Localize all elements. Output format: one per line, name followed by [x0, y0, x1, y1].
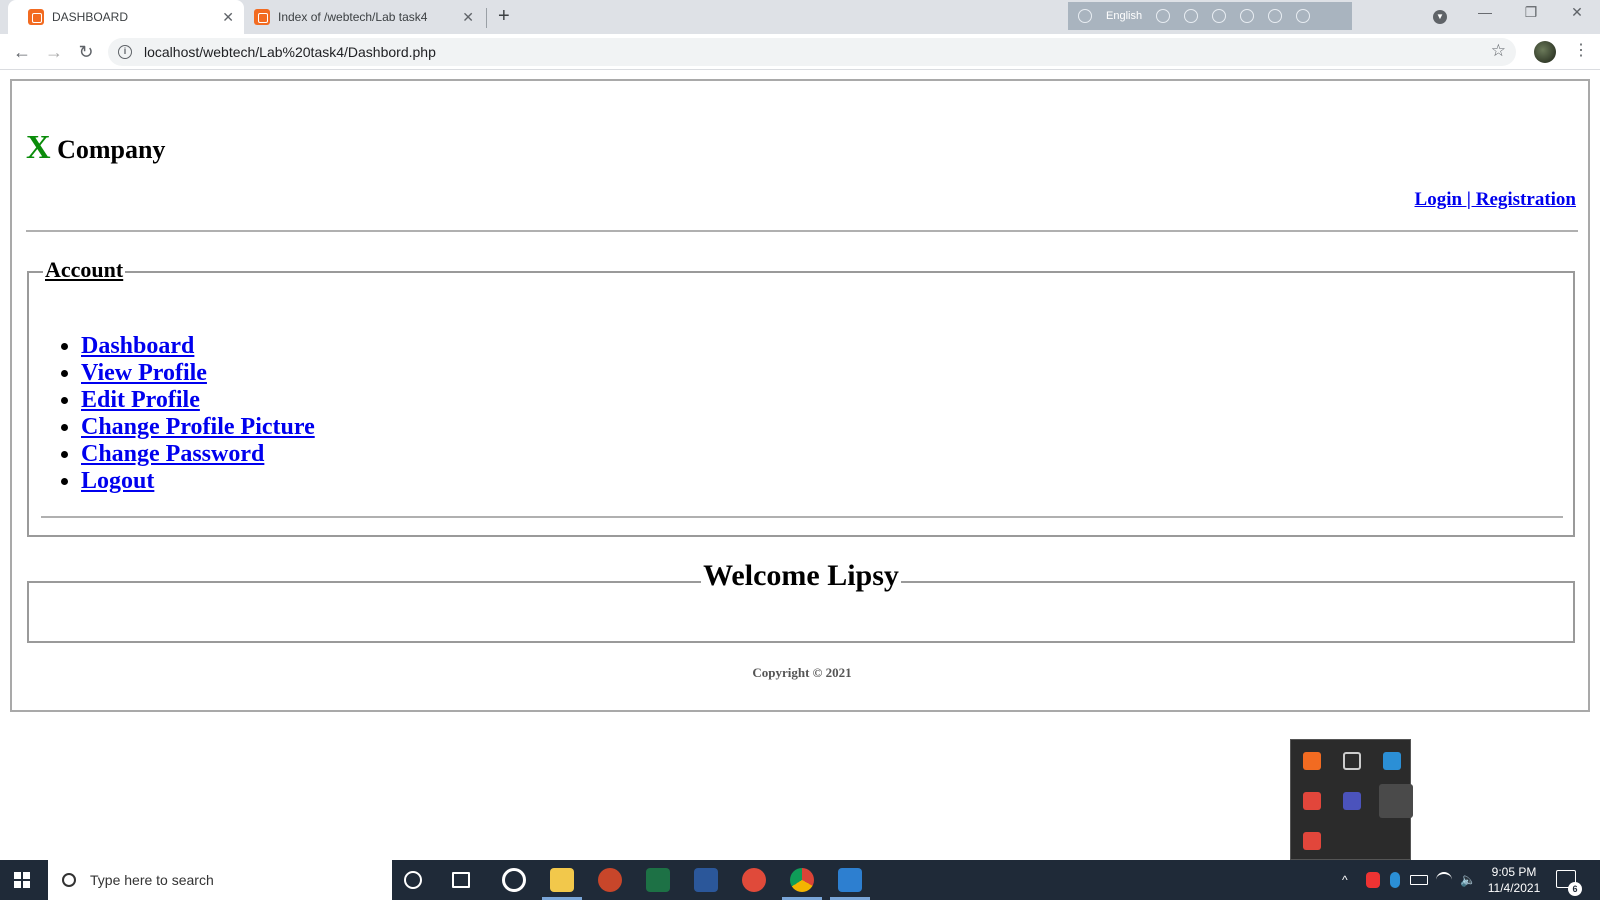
tab-separator: [486, 8, 487, 28]
obs-app-icon[interactable]: [502, 868, 526, 892]
taskbar-clock[interactable]: 9:05 PM 11/4/2021: [1484, 864, 1544, 896]
account-fieldset: Account Dashboard View Profile Edit Prof…: [27, 257, 1575, 537]
pen-tray-icon[interactable]: [1379, 784, 1413, 818]
bookmark-star-icon[interactable]: ☆: [1491, 41, 1506, 61]
list-item: Change Profile Picture: [81, 414, 315, 441]
show-hidden-icons-chevron-icon[interactable]: ^: [1342, 873, 1354, 887]
xampp-tray-icon[interactable]: [1303, 752, 1321, 770]
app-tray-icon[interactable]: [1303, 792, 1321, 810]
teams-tray-icon[interactable]: [1343, 792, 1361, 810]
tab-search-dropdown-icon[interactable]: ▼: [1433, 10, 1447, 24]
excel-icon[interactable]: [646, 868, 670, 892]
ime-info-icon[interactable]: [1296, 9, 1311, 23]
welcome-legend-wrap: Welcome Lipsy: [29, 559, 1573, 593]
copyright-text: Copyright © 2021: [752, 665, 852, 680]
account-menu: Dashboard View Profile Edit Profile Chan…: [81, 333, 315, 495]
xampp-favicon-icon: [28, 9, 44, 25]
volume-icon[interactable]: 🔈: [1460, 872, 1476, 888]
xampp-favicon-icon: [254, 9, 270, 25]
dashboard-link[interactable]: Dashboard: [81, 333, 194, 359]
new-tab-button[interactable]: +: [498, 6, 510, 26]
forward-arrow-icon[interactable]: →: [42, 41, 66, 63]
tray-overflow-popup: [1290, 739, 1413, 860]
view-profile-link[interactable]: View Profile: [81, 360, 207, 386]
ime-language-selector[interactable]: English: [1106, 10, 1142, 22]
vscode-icon[interactable]: [838, 868, 862, 892]
file-explorer-icon[interactable]: [550, 868, 574, 892]
wifi-icon[interactable]: [1436, 872, 1452, 888]
list-item: View Profile: [81, 360, 315, 387]
app-icon[interactable]: [742, 868, 766, 892]
tab-index-webtech[interactable]: Index of /webtech/Lab task4 ✕: [244, 0, 484, 34]
site-info-icon[interactable]: i: [118, 45, 132, 59]
brand-x: X: [26, 129, 51, 166]
taskbar-search-box[interactable]: Type here to search: [48, 860, 392, 900]
list-item: Logout: [81, 468, 315, 495]
notification-count-badge: 6: [1568, 882, 1582, 896]
profile-avatar[interactable]: [1534, 41, 1556, 63]
ime-pen-icon[interactable]: [1240, 9, 1255, 23]
more-menu-icon[interactable]: ⋮: [1573, 40, 1589, 60]
minimize-icon[interactable]: —: [1462, 4, 1508, 20]
ime-skin-icon[interactable]: [1184, 9, 1199, 23]
task-view-icon[interactable]: [452, 872, 470, 888]
close-tab-icon[interactable]: ✕: [222, 9, 234, 25]
ime-settings-icon[interactable]: [1212, 9, 1227, 23]
word-icon[interactable]: [694, 868, 718, 892]
search-placeholder: Type here to search: [90, 872, 214, 888]
list-item: Change Password: [81, 441, 315, 468]
welcome-fieldset: Welcome Lipsy: [27, 559, 1575, 643]
search-icon: [62, 873, 76, 887]
login-registration-link[interactable]: Login | Registration: [1415, 189, 1576, 210]
chrome-icon[interactable]: [790, 868, 814, 892]
brand-logo: X Company: [26, 129, 165, 167]
tab-title: DASHBOARD: [52, 10, 129, 24]
address-bar[interactable]: i localhost/webtech/Lab%20task4/Dashbord…: [108, 38, 1516, 66]
page-container: X Company Login | Registration Account D…: [10, 79, 1590, 712]
account-divider: [41, 516, 1563, 518]
back-arrow-icon[interactable]: ←: [10, 41, 34, 63]
ime-help-icon[interactable]: [1268, 9, 1283, 23]
browser-toolbar: ← → ↻ i localhost/webtech/Lab%20task4/Da…: [0, 34, 1600, 70]
header-divider: [26, 230, 1578, 232]
anydesk-tray-icon[interactable]: [1303, 832, 1321, 850]
change-password-link[interactable]: Change Password: [81, 441, 264, 467]
powerpoint-icon[interactable]: [598, 868, 622, 892]
logout-link[interactable]: Logout: [81, 468, 154, 494]
tab-title: Index of /webtech/Lab task4: [278, 10, 428, 24]
pdf-tray-icon[interactable]: [1366, 872, 1380, 888]
account-legend: Account: [43, 257, 126, 283]
display-tray-icon[interactable]: [1343, 752, 1361, 770]
list-item: Edit Profile: [81, 387, 315, 414]
welcome-heading: Welcome Lipsy: [701, 559, 901, 592]
ime-logo-icon[interactable]: [1078, 9, 1092, 23]
tab-dashboard[interactable]: DASHBOARD ✕: [8, 0, 244, 34]
windows-start-icon[interactable]: [14, 872, 30, 888]
windows-taskbar: Type here to search ^ 🔈 9:05 PM 11/4/202…: [0, 860, 1600, 900]
edit-profile-link[interactable]: Edit Profile: [81, 387, 200, 413]
close-window-icon[interactable]: ✕: [1554, 4, 1600, 21]
clock-date: 11/4/2021: [1487, 881, 1541, 895]
list-item: Dashboard: [81, 333, 315, 360]
battery-icon[interactable]: [1410, 875, 1428, 885]
restore-icon[interactable]: ❐: [1508, 4, 1554, 21]
network-tray-icon[interactable]: [1383, 752, 1401, 770]
close-tab-icon[interactable]: ✕: [462, 9, 474, 25]
change-profile-picture-link[interactable]: Change Profile Picture: [81, 414, 315, 440]
cortana-icon[interactable]: [404, 871, 422, 889]
bluetooth-icon[interactable]: [1390, 872, 1400, 888]
url-text[interactable]: localhost/webtech/Lab%20task4/Dashbord.p…: [144, 44, 436, 60]
browser-tab-strip: DASHBOARD ✕ Index of /webtech/Lab task4 …: [0, 0, 1600, 34]
clock-time: 9:05 PM: [1491, 865, 1537, 879]
ime-toolbar: English: [1068, 2, 1352, 30]
ime-cloud-icon[interactable]: [1156, 9, 1171, 23]
reload-icon[interactable]: ↻: [74, 41, 98, 63]
auth-links: Login | Registration: [1415, 189, 1576, 211]
brand-name: Company: [57, 135, 166, 164]
